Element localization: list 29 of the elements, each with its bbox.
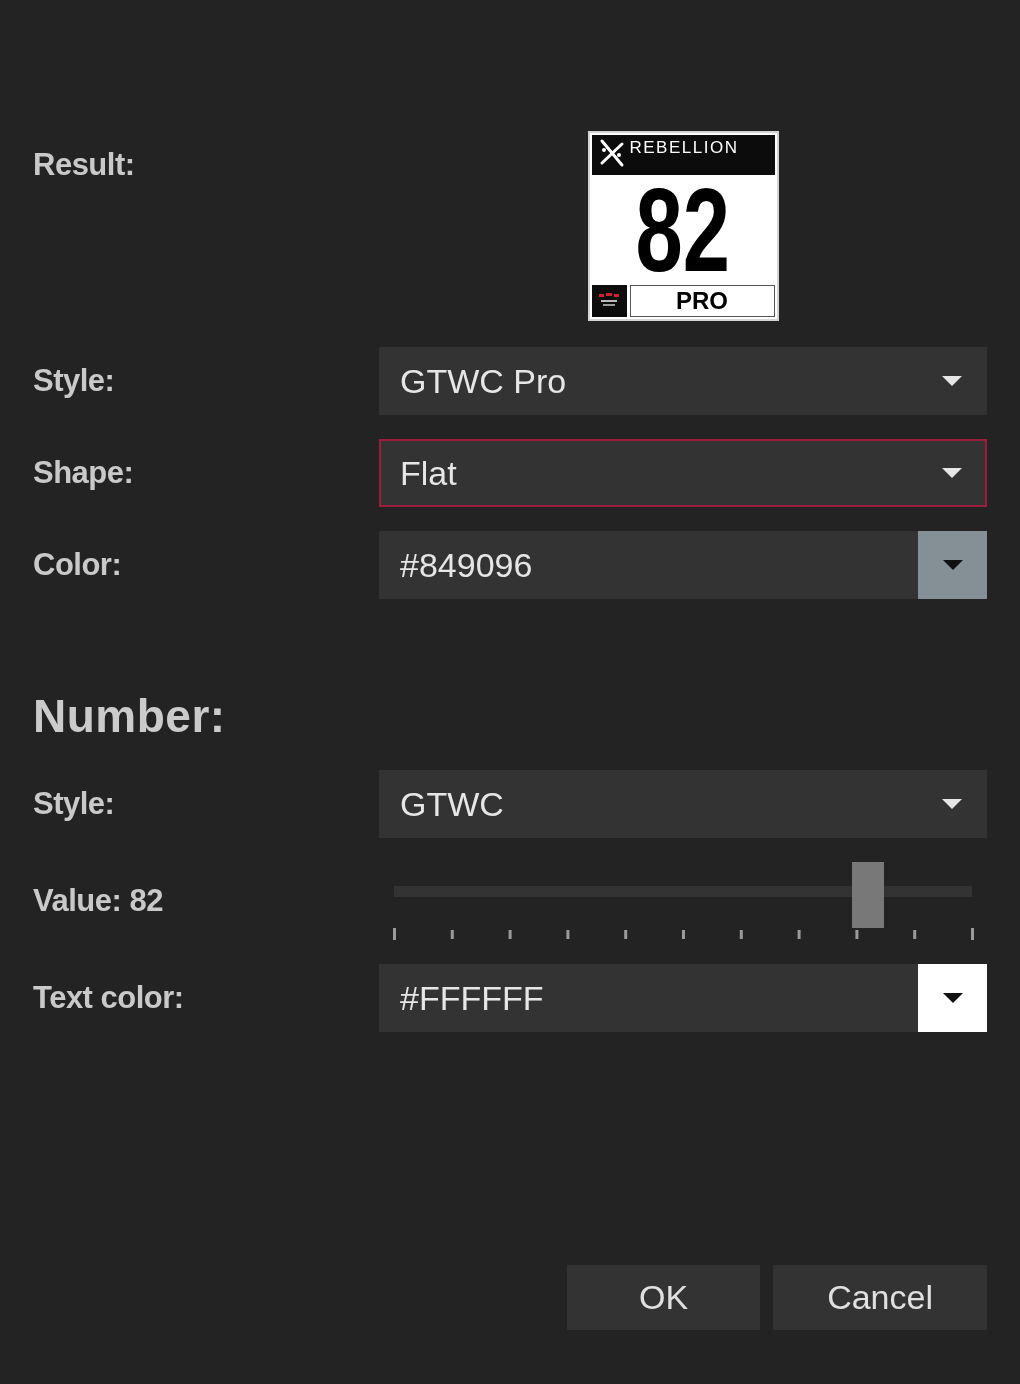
field-label: Color: [33,547,122,583]
slider-thumb[interactable] [851,862,884,928]
dropdown[interactable]: GTWC Pro [379,347,987,415]
color-swatch-button[interactable] [918,531,987,599]
dialog-button[interactable]: Cancel [773,1265,987,1330]
color-value: #FFFFFF [400,978,544,1018]
color-field[interactable]: #FFFFFF [379,964,987,1032]
caret-icon [942,799,962,809]
field-label: Text color: [33,980,184,1016]
section-heading: Number: [33,696,226,736]
emblem-icon [591,285,627,317]
badge-number: 82 [635,184,731,276]
dialog-button[interactable]: OK [567,1265,761,1330]
color-field[interactable]: #849096 [379,531,987,599]
field-label: Style: [33,363,115,399]
badge-category: PRO [629,285,775,317]
caret-icon [942,560,963,570]
field-label: Result: [33,147,135,183]
dropdown[interactable]: GTWC [379,770,987,838]
caret-icon [942,468,962,478]
field-label: Shape: [33,455,134,491]
dropdown[interactable]: Flat [379,439,987,507]
caret-icon [942,376,962,386]
field-label: Value: 82 [33,883,163,919]
field-label: Style: [33,786,115,822]
caret-icon [942,993,963,1003]
color-value: #849096 [400,545,533,585]
color-swatch-button[interactable] [918,964,987,1032]
badge-brand: REBELLION [629,138,739,158]
